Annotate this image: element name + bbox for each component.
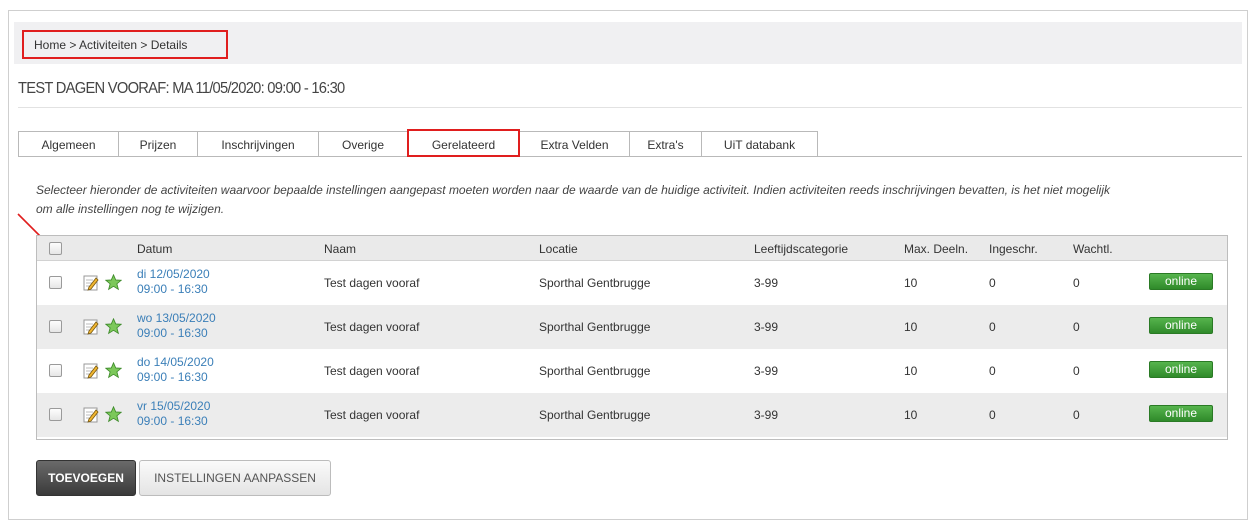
star-icon[interactable]: [105, 274, 122, 291]
date-link[interactable]: di 12/05/2020 09:00 - 16:30: [137, 267, 210, 297]
row-time[interactable]: 09:00 - 16:30: [137, 370, 214, 385]
cell-naam: Test dagen vooraf: [324, 364, 420, 378]
tab-algemeen[interactable]: Algemeen: [18, 131, 119, 157]
header-locatie[interactable]: Locatie: [539, 242, 578, 256]
title-divider: [18, 107, 1242, 108]
cell-leeftijd: 3-99: [754, 408, 779, 422]
cell-leeftijd: 3-99: [754, 276, 779, 290]
row-time[interactable]: 09:00 - 16:30: [137, 414, 210, 429]
cell-max: 10: [904, 408, 918, 422]
tab-prijzen[interactable]: Prijzen: [118, 131, 198, 157]
edit-icon[interactable]: [83, 363, 99, 379]
row-time[interactable]: 09:00 - 16:30: [137, 282, 210, 297]
header-datum[interactable]: Datum: [137, 242, 172, 256]
apply-settings-button[interactable]: INSTELLINGEN AANPASSEN: [139, 460, 331, 496]
breadcrumb[interactable]: Home > Activiteiten > Details: [22, 30, 228, 59]
header-wachtl[interactable]: Wachtl.: [1073, 242, 1113, 256]
cell-ingeschr: 0: [989, 320, 996, 334]
date-link[interactable]: wo 13/05/2020 09:00 - 16:30: [137, 311, 216, 341]
cell-leeftijd: 3-99: [754, 320, 779, 334]
header-leeftijd[interactable]: Leeftijdscategorie: [754, 242, 848, 256]
cell-leeftijd: 3-99: [754, 364, 779, 378]
add-button[interactable]: TOEVOEGEN: [36, 460, 136, 496]
cell-naam: Test dagen vooraf: [324, 408, 420, 422]
status-badge[interactable]: online: [1149, 317, 1213, 334]
edit-icon[interactable]: [83, 275, 99, 291]
table-row: di 12/05/2020 09:00 - 16:30 Test dagen v…: [37, 261, 1227, 305]
status-badge[interactable]: online: [1149, 405, 1213, 422]
cell-ingeschr: 0: [989, 276, 996, 290]
status-badge[interactable]: online: [1149, 273, 1213, 290]
cell-naam: Test dagen vooraf: [324, 320, 420, 334]
star-icon[interactable]: [105, 362, 122, 379]
row-date[interactable]: wo 13/05/2020: [137, 311, 216, 326]
cell-locatie: Sporthal Gentbrugge: [539, 364, 651, 378]
row-date[interactable]: vr 15/05/2020: [137, 399, 210, 414]
tab-inschrijvingen[interactable]: Inschrijvingen: [197, 131, 319, 157]
cell-locatie: Sporthal Gentbrugge: [539, 408, 651, 422]
table-row: do 14/05/2020 09:00 - 16:30 Test dagen v…: [37, 349, 1227, 393]
cell-max: 10: [904, 364, 918, 378]
page-title: TEST DAGEN VOORAF: MA 11/05/2020: 09:00 …: [18, 80, 345, 97]
tab-divider: [18, 156, 1242, 157]
activities-table: Datum Naam Locatie Leeftijdscategorie Ma…: [36, 235, 1228, 440]
row-date[interactable]: di 12/05/2020: [137, 267, 210, 282]
cell-max: 10: [904, 320, 918, 334]
header-naam[interactable]: Naam: [324, 242, 356, 256]
cell-ingeschr: 0: [989, 364, 996, 378]
edit-icon[interactable]: [83, 319, 99, 335]
intro-line-2: om alle instellingen nog te wijzigen.: [36, 202, 225, 216]
star-icon[interactable]: [105, 406, 122, 423]
cell-wachtl: 0: [1073, 320, 1080, 334]
row-checkbox[interactable]: [49, 408, 62, 421]
row-checkbox[interactable]: [49, 320, 62, 333]
row-date[interactable]: do 14/05/2020: [137, 355, 214, 370]
star-icon[interactable]: [105, 318, 122, 335]
edit-icon[interactable]: [83, 407, 99, 423]
cell-ingeschr: 0: [989, 408, 996, 422]
table-row: wo 13/05/2020 09:00 - 16:30 Test dagen v…: [37, 305, 1227, 349]
intro-text: Selecteer hieronder de activiteiten waar…: [36, 181, 1226, 219]
tab-gerelateerd[interactable]: Gerelateerd: [407, 129, 520, 157]
header-max-deeln[interactable]: Max. Deeln.: [904, 242, 968, 256]
tab-bar: Algemeen Prijzen Inschrijvingen Overige …: [18, 129, 818, 157]
cell-max: 10: [904, 276, 918, 290]
cell-wachtl: 0: [1073, 408, 1080, 422]
date-link[interactable]: vr 15/05/2020 09:00 - 16:30: [137, 399, 210, 429]
cell-wachtl: 0: [1073, 276, 1080, 290]
tab-uit-databank[interactable]: UiT databank: [701, 131, 818, 157]
table-row: vr 15/05/2020 09:00 - 16:30 Test dagen v…: [37, 393, 1227, 437]
cell-locatie: Sporthal Gentbrugge: [539, 320, 651, 334]
status-badge[interactable]: online: [1149, 361, 1213, 378]
tab-extras[interactable]: Extra's: [629, 131, 702, 157]
header-ingeschr[interactable]: Ingeschr.: [989, 242, 1038, 256]
date-link[interactable]: do 14/05/2020 09:00 - 16:30: [137, 355, 214, 385]
row-checkbox[interactable]: [49, 364, 62, 377]
row-checkbox[interactable]: [49, 276, 62, 289]
select-all-checkbox[interactable]: [49, 242, 62, 255]
tab-overige[interactable]: Overige: [318, 131, 408, 157]
tab-extra-velden[interactable]: Extra Velden: [519, 131, 630, 157]
cell-naam: Test dagen vooraf: [324, 276, 420, 290]
intro-line-1: Selecteer hieronder de activiteiten waar…: [36, 183, 1110, 197]
cell-locatie: Sporthal Gentbrugge: [539, 276, 651, 290]
table-header: Datum Naam Locatie Leeftijdscategorie Ma…: [37, 236, 1227, 261]
cell-wachtl: 0: [1073, 364, 1080, 378]
row-time[interactable]: 09:00 - 16:30: [137, 326, 216, 341]
